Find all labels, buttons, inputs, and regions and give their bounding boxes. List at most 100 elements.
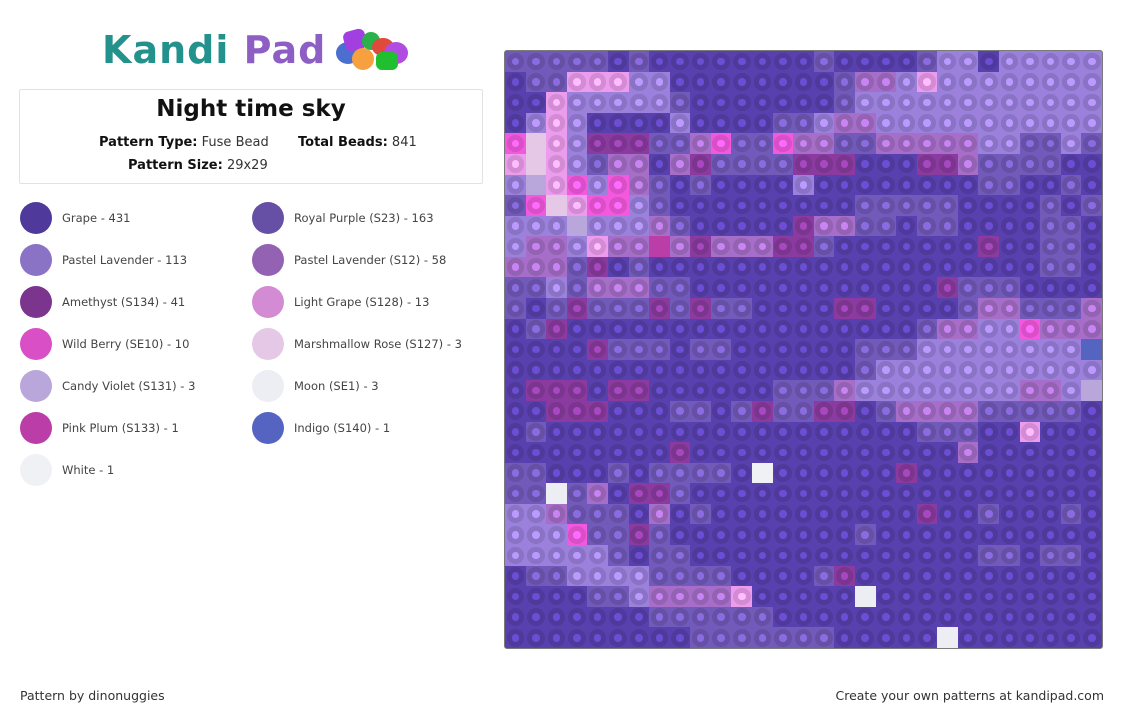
bead[interactable] [566, 503, 588, 525]
bead[interactable] [752, 442, 773, 463]
bead[interactable] [793, 586, 814, 607]
bead[interactable] [896, 215, 917, 237]
bead[interactable] [525, 421, 547, 443]
bead[interactable] [834, 215, 855, 237]
bead[interactable] [505, 565, 526, 587]
bead[interactable] [875, 339, 897, 360]
bead[interactable] [628, 462, 650, 484]
bead[interactable] [957, 442, 979, 463]
bead[interactable] [628, 606, 650, 628]
bead[interactable] [978, 112, 1000, 134]
bead[interactable] [525, 318, 547, 340]
bead[interactable] [628, 256, 650, 278]
bead[interactable] [937, 442, 958, 463]
bead[interactable] [690, 51, 711, 72]
bead[interactable] [978, 545, 1000, 566]
bead[interactable] [752, 400, 773, 422]
bead[interactable] [710, 503, 732, 525]
bead[interactable] [854, 627, 876, 648]
bead[interactable] [669, 153, 691, 175]
bead[interactable] [731, 483, 753, 504]
bead[interactable] [1019, 195, 1041, 216]
bead[interactable] [1019, 442, 1041, 463]
bead[interactable] [834, 153, 855, 175]
bead[interactable] [1060, 174, 1082, 196]
bead[interactable] [978, 380, 1000, 401]
bead[interactable] [628, 483, 650, 504]
bead[interactable] [937, 215, 958, 237]
bead[interactable] [731, 524, 753, 546]
bead[interactable] [752, 256, 773, 278]
bead[interactable] [546, 503, 567, 525]
bead[interactable] [1081, 462, 1102, 484]
bead[interactable] [834, 71, 855, 93]
bead[interactable] [1060, 462, 1082, 484]
bead[interactable] [834, 462, 855, 484]
bead[interactable] [669, 133, 691, 154]
bead[interactable] [566, 133, 588, 154]
bead[interactable] [957, 51, 979, 72]
bead[interactable] [566, 298, 588, 319]
bead[interactable] [957, 359, 979, 381]
bead[interactable] [1040, 524, 1061, 546]
bead[interactable] [546, 92, 567, 113]
bead[interactable] [937, 339, 958, 360]
bead[interactable] [607, 195, 629, 216]
bead[interactable] [772, 92, 794, 113]
bead[interactable] [505, 545, 526, 566]
bead[interactable] [628, 545, 650, 566]
bead[interactable] [607, 586, 629, 607]
bead[interactable] [896, 627, 917, 648]
bead[interactable] [957, 586, 979, 607]
bead[interactable] [690, 174, 711, 196]
bead[interactable] [957, 606, 979, 628]
bead[interactable] [731, 339, 753, 360]
bead[interactable] [999, 503, 1020, 525]
bead[interactable] [505, 524, 526, 546]
bead[interactable] [649, 606, 670, 628]
bead[interactable] [649, 442, 670, 463]
bead[interactable] [813, 442, 835, 463]
bead[interactable] [957, 627, 979, 648]
bead[interactable] [525, 359, 547, 381]
bead[interactable] [854, 277, 876, 299]
bead[interactable] [752, 421, 773, 443]
bead[interactable] [752, 545, 773, 566]
bead[interactable] [1040, 359, 1061, 381]
bead[interactable] [525, 298, 547, 319]
bead[interactable] [710, 359, 732, 381]
bead[interactable] [1081, 400, 1102, 422]
bead[interactable] [1040, 442, 1061, 463]
bead[interactable] [834, 606, 855, 628]
bead[interactable] [834, 256, 855, 278]
bead[interactable] [793, 627, 814, 648]
bead[interactable] [834, 503, 855, 525]
bead[interactable] [669, 606, 691, 628]
bead[interactable] [937, 112, 958, 134]
bead[interactable] [587, 92, 608, 113]
bead[interactable] [875, 236, 897, 257]
bead[interactable] [937, 359, 958, 381]
bead[interactable] [875, 133, 897, 154]
bead[interactable] [525, 483, 547, 504]
bead[interactable] [566, 380, 588, 401]
bead[interactable] [813, 153, 835, 175]
bead[interactable] [772, 503, 794, 525]
bead[interactable] [978, 195, 1000, 216]
bead[interactable] [505, 236, 526, 257]
bead[interactable] [999, 606, 1020, 628]
bead[interactable] [525, 92, 547, 113]
bead[interactable] [793, 195, 814, 216]
bead[interactable] [1081, 318, 1102, 340]
bead[interactable] [710, 215, 732, 237]
bead[interactable] [710, 339, 732, 360]
bead[interactable] [628, 586, 650, 607]
bead[interactable] [731, 545, 753, 566]
bead[interactable] [546, 400, 567, 422]
bead[interactable] [546, 565, 567, 587]
bead[interactable] [834, 524, 855, 546]
bead[interactable] [937, 586, 958, 607]
bead[interactable] [731, 462, 753, 484]
bead[interactable] [1040, 256, 1061, 278]
bead[interactable] [690, 421, 711, 443]
